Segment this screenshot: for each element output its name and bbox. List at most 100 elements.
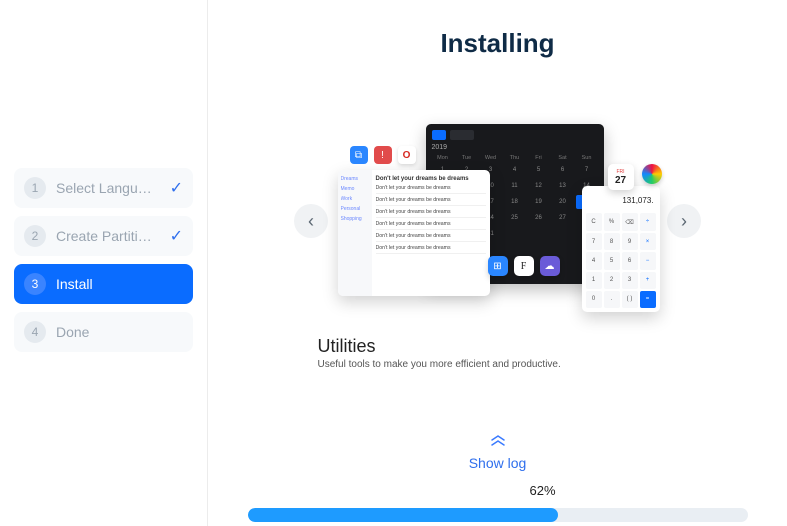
calendar-cell: 12: [528, 179, 550, 193]
step-label: Done: [56, 324, 183, 340]
chevron-right-icon: ›: [681, 211, 687, 232]
calc-key: 9: [622, 233, 638, 250]
calendar-cell: 5: [528, 163, 550, 177]
chevron-left-icon: ‹: [308, 211, 314, 232]
calc-key: =: [640, 291, 656, 308]
calendar-day-header: Tue: [456, 155, 478, 161]
calc-key: +: [640, 272, 656, 289]
notes-folder: Shopping: [341, 216, 369, 222]
step-number: 4: [24, 321, 46, 343]
calendar-cell: [504, 227, 526, 241]
calc-key: .: [604, 291, 620, 308]
app-icon: ⊞: [488, 256, 508, 276]
show-log-label: Show log: [469, 455, 527, 471]
calendar-cell: 13: [552, 179, 574, 193]
calculator-display: 131,073.: [586, 190, 656, 213]
progress-bar-track: [248, 508, 748, 522]
carousel-slide: 2019 Mon Tue Wed Thu Fri Sat Sun 1234567…: [318, 124, 678, 370]
step-number: 3: [24, 273, 46, 295]
progress-percent: 62%: [439, 483, 555, 498]
wizard-sidebar: 1 Select Langu… ✓ 2 Create Partiti… ✓ 3 …: [0, 0, 208, 526]
step-done: 4 Done: [14, 312, 193, 352]
calendar-cell: 27: [552, 211, 574, 225]
carousel-next-button[interactable]: ›: [667, 204, 701, 238]
step-number: 1: [24, 177, 46, 199]
calendar-tab-icon: [450, 130, 474, 140]
calc-key: %: [604, 213, 620, 231]
step-number: 2: [24, 225, 46, 247]
check-icon: ✓: [170, 226, 183, 246]
cloud-icon: ☁: [540, 256, 560, 276]
calc-key: 0: [586, 291, 602, 308]
main-panel: Installing ‹ › 2019 Mon Tue Wed: [208, 0, 787, 526]
notes-folder: Dreams: [341, 176, 369, 182]
calc-key: 7: [586, 233, 602, 250]
step-label: Install: [56, 276, 183, 292]
check-icon: ✓: [170, 178, 183, 198]
slide-title: Utilities: [318, 336, 376, 357]
note-line: Don't let your dreams be dreams: [376, 245, 486, 254]
step-create-partition: 2 Create Partiti… ✓: [14, 216, 193, 256]
calendar-cell: 6: [552, 163, 574, 177]
notes-folder: Work: [341, 196, 369, 202]
app-icon: ⧉: [350, 146, 368, 164]
page-title: Installing: [440, 28, 554, 59]
calendar-cell: 20: [552, 195, 574, 209]
chevron-up-icon: [491, 435, 505, 447]
notes-folder: Memo: [341, 186, 369, 192]
opera-icon: O: [398, 146, 416, 164]
calendar-cell: 7: [576, 163, 598, 177]
app-collage: 2019 Mon Tue Wed Thu Fri Sat Sun 1234567…: [328, 124, 668, 324]
carousel-prev-button[interactable]: ‹: [294, 204, 328, 238]
calendar-cell: 26: [528, 211, 550, 225]
calendar-cell: 4: [504, 163, 526, 177]
calendar-day-header: Fri: [528, 155, 550, 161]
note-line: Don't let your dreams be dreams: [376, 197, 486, 206]
calendar-day-header: Sat: [552, 155, 574, 161]
calc-key: 3: [622, 272, 638, 289]
show-log-toggle[interactable]: Show log: [469, 435, 527, 471]
calendar-date-icon: FRI 27: [608, 164, 634, 190]
calendar-cell: 25: [504, 211, 526, 225]
calc-key: C: [586, 213, 602, 231]
calendar-day-header: Mon: [432, 155, 454, 161]
calendar-cell: [552, 227, 574, 241]
calendar-year: 2019: [432, 144, 598, 151]
calc-key: ( ): [622, 291, 638, 308]
calendar-cell: [528, 227, 550, 241]
calc-key: 4: [586, 252, 602, 269]
note-line: Don't let your dreams be dreams: [376, 185, 486, 194]
calc-key: 5: [604, 252, 620, 269]
calc-key: ÷: [640, 213, 656, 231]
note-line: Don't let your dreams be dreams: [376, 221, 486, 230]
slide-subtitle: Useful tools to make you more efficient …: [318, 359, 561, 370]
note-line: Don't let your dreams be dreams: [376, 233, 486, 242]
calendar-cell: 19: [528, 195, 550, 209]
calendar-tab-icon: [432, 130, 446, 140]
app-icon: !: [374, 146, 392, 164]
step-label: Select Langu…: [56, 180, 166, 196]
calendar-day-header: Wed: [480, 155, 502, 161]
color-ring-icon: [642, 164, 662, 184]
font-icon: F: [514, 256, 534, 276]
step-label: Create Partiti…: [56, 228, 166, 244]
calc-key: 8: [604, 233, 620, 250]
step-install: 3 Install: [14, 264, 193, 304]
feature-carousel: ‹ › 2019 Mon Tue Wed Thu Fr: [208, 59, 787, 435]
calculator-preview: 131,073. C%⌫÷ 789× 456− 123+ 0.( )=: [582, 186, 660, 312]
calc-key: ⌫: [622, 213, 638, 231]
note-line: Don't let your dreams be dreams: [376, 209, 486, 218]
calc-key: −: [640, 252, 656, 269]
calendar-cell: 11: [504, 179, 526, 193]
calc-key: 2: [604, 272, 620, 289]
step-select-language: 1 Select Langu… ✓: [14, 168, 193, 208]
notes-preview: Dreams Memo Work Personal Shopping Don't…: [338, 170, 490, 296]
calc-key: 1: [586, 272, 602, 289]
calendar-day-header: Thu: [504, 155, 526, 161]
calc-key: ×: [640, 233, 656, 250]
note-title: Don't let your dreams be dreams: [376, 176, 486, 182]
calendar-day-header: Sun: [576, 155, 598, 161]
calendar-cell: 18: [504, 195, 526, 209]
progress-bar-fill: [248, 508, 558, 522]
calc-key: 6: [622, 252, 638, 269]
